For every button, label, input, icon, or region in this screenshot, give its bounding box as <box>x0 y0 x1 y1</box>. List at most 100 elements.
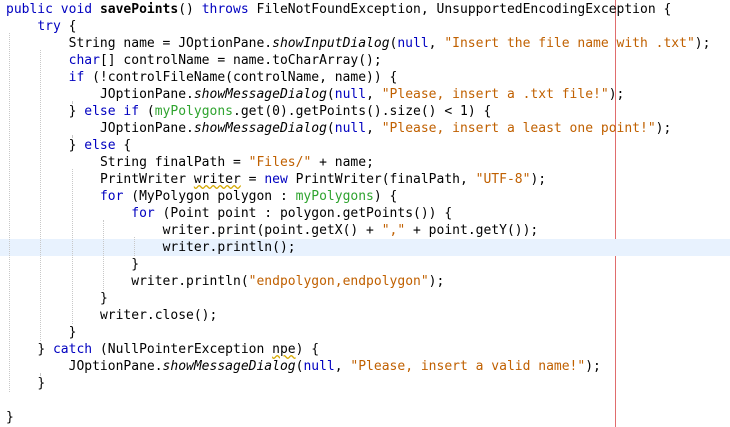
indent-guide <box>40 50 42 341</box>
code-token: ( <box>326 121 335 136</box>
code-token: null <box>303 359 335 374</box>
code-line[interactable]: } <box>0 290 730 307</box>
code-token: (MyPolygon polygon : <box>123 189 296 204</box>
code-token: showMessageDialog <box>162 359 296 374</box>
code-line[interactable]: char[] controlName = name.toCharArray(); <box>0 52 730 69</box>
code-line-text: for (MyPolygon polygon : myPolygons) { <box>100 188 397 205</box>
code-line[interactable]: } else { <box>0 137 730 154</box>
code-token: PrintWriter(finalPath, <box>287 172 476 187</box>
code-token: ); <box>655 121 672 136</box>
code-line[interactable]: } <box>0 324 730 341</box>
code-line[interactable]: writer.close(); <box>0 307 730 324</box>
code-token: ( <box>139 104 155 119</box>
code-token: npe <box>272 342 296 357</box>
indent-guide <box>102 220 104 290</box>
code-token: if <box>123 104 140 119</box>
code-token: "," <box>381 223 406 238</box>
code-line-text: PrintWriter writer = new PrintWriter(fin… <box>100 171 546 188</box>
code-line[interactable]: JOptionPane.showMessageDialog(null, "Ple… <box>0 86 730 103</box>
code-token: { <box>115 138 132 153</box>
code-editor[interactable]: public void savePoints() throws FileNotF… <box>0 0 730 427</box>
code-line-current[interactable]: writer.println(); <box>0 239 730 256</box>
code-line[interactable]: public void savePoints() throws FileNotF… <box>0 1 730 18</box>
code-token: PrintWriter <box>99 172 194 187</box>
code-line-text: writer.close(); <box>100 307 217 324</box>
code-line[interactable]: PrintWriter writer = new PrintWriter(fin… <box>0 171 730 188</box>
code-line-text: String name = JOptionPane.showInputDialo… <box>69 35 711 52</box>
code-token: [] controlName = name.toCharArray(); <box>99 53 382 68</box>
code-token: void <box>60 2 93 17</box>
code-line[interactable]: } <box>0 375 730 392</box>
code-line[interactable]: } else if (myPolygons.get(0).getPoints()… <box>0 103 730 120</box>
code-token: = <box>240 172 265 187</box>
code-token: (!controlFileName(controlName, name)) { <box>84 70 398 85</box>
code-token: char <box>68 53 100 68</box>
code-token: (NullPointerException <box>92 342 273 357</box>
code-token: writer.print(point.getX() + <box>162 223 382 238</box>
code-line-text: } else { <box>69 137 132 154</box>
code-line[interactable]: JOptionPane.showMessageDialog(null, "Ple… <box>0 120 730 137</box>
indent-guide <box>9 33 10 392</box>
code-token: null <box>334 87 367 102</box>
indent-guide <box>71 101 73 103</box>
code-line-text: } <box>69 324 77 341</box>
code-line[interactable]: String name = JOptionPane.showInputDialo… <box>0 35 730 52</box>
code-token: + point.getY()); <box>405 223 539 238</box>
code-token: "endpolygon,endpolygon" <box>248 274 429 289</box>
indent-guide <box>40 373 42 375</box>
code-line[interactable] <box>0 392 730 409</box>
code-line-text: for (Point point : polygon.getPoints()) … <box>131 205 452 222</box>
code-token: ); <box>585 359 601 374</box>
code-token: "UTF-8" <box>475 172 531 187</box>
code-token: , <box>366 87 382 102</box>
code-token: "Insert the file name with .txt" <box>444 36 695 51</box>
code-token: (Point point : polygon.getPoints()) { <box>154 206 453 221</box>
code-token: } <box>6 410 14 425</box>
code-token: , <box>366 121 382 136</box>
code-line-text: } else if (myPolygons.get(0).getPoints()… <box>69 103 492 120</box>
code-token: "Please, insert a .txt file!" <box>381 87 609 102</box>
code-token: catch <box>52 342 93 357</box>
code-line-text: JOptionPane.showMessageDialog(null, "Ple… <box>69 358 601 375</box>
code-token: showMessageDialog <box>193 121 327 136</box>
code-line[interactable]: for (Point point : polygon.getPoints()) … <box>0 205 730 222</box>
code-token: myPolygons <box>154 104 234 119</box>
code-token: for <box>99 189 124 204</box>
code-line[interactable]: for (MyPolygon polygon : myPolygons) { <box>0 188 730 205</box>
code-token: JOptionPane. <box>99 121 194 136</box>
code-line-text: try { <box>37 18 76 35</box>
code-line-text: String finalPath = "Files/" + name; <box>100 154 374 171</box>
code-token: String finalPath = <box>99 155 249 170</box>
code-token: writer <box>193 172 241 187</box>
code-token: showInputDialog <box>272 36 390 51</box>
code-line[interactable]: } catch (NullPointerException npe) { <box>0 341 730 358</box>
code-token: ( <box>326 87 335 102</box>
code-token: } <box>68 138 85 153</box>
code-token: } <box>68 325 77 340</box>
code-line-text: } <box>100 290 108 307</box>
code-line[interactable]: } <box>0 256 730 273</box>
code-token: "Please, insert a least one point!" <box>381 121 656 136</box>
code-line-text: writer.println(); <box>163 239 296 256</box>
code-line[interactable]: writer.println("endpolygon,endpolygon"); <box>0 273 730 290</box>
code-token: JOptionPane. <box>68 359 163 374</box>
code-token: throws <box>201 2 249 17</box>
code-token: String name = JOptionPane. <box>68 36 273 51</box>
code-token: null <box>397 36 429 51</box>
code-line-text: JOptionPane.showMessageDialog(null, "Ple… <box>100 120 671 137</box>
code-line[interactable]: if (!controlFileName(controlName, name))… <box>0 69 730 86</box>
code-line[interactable]: writer.print(point.getX() + "," + point.… <box>0 222 730 239</box>
code-token: FileNotFoundException, UnsupportedEncodi… <box>248 2 672 17</box>
code-token: ); <box>694 36 711 51</box>
code-line[interactable]: } <box>0 409 730 426</box>
code-token: } <box>37 376 46 391</box>
code-token: JOptionPane. <box>99 87 194 102</box>
code-token: , <box>428 36 445 51</box>
code-token: { <box>60 19 77 34</box>
code-token: ); <box>608 87 625 102</box>
code-line[interactable]: try { <box>0 18 730 35</box>
code-line[interactable]: String finalPath = "Files/" + name; <box>0 154 730 171</box>
code-token: new <box>264 172 288 187</box>
code-line[interactable]: JOptionPane.showMessageDialog(null, "Ple… <box>0 358 730 375</box>
code-token: null <box>334 121 367 136</box>
